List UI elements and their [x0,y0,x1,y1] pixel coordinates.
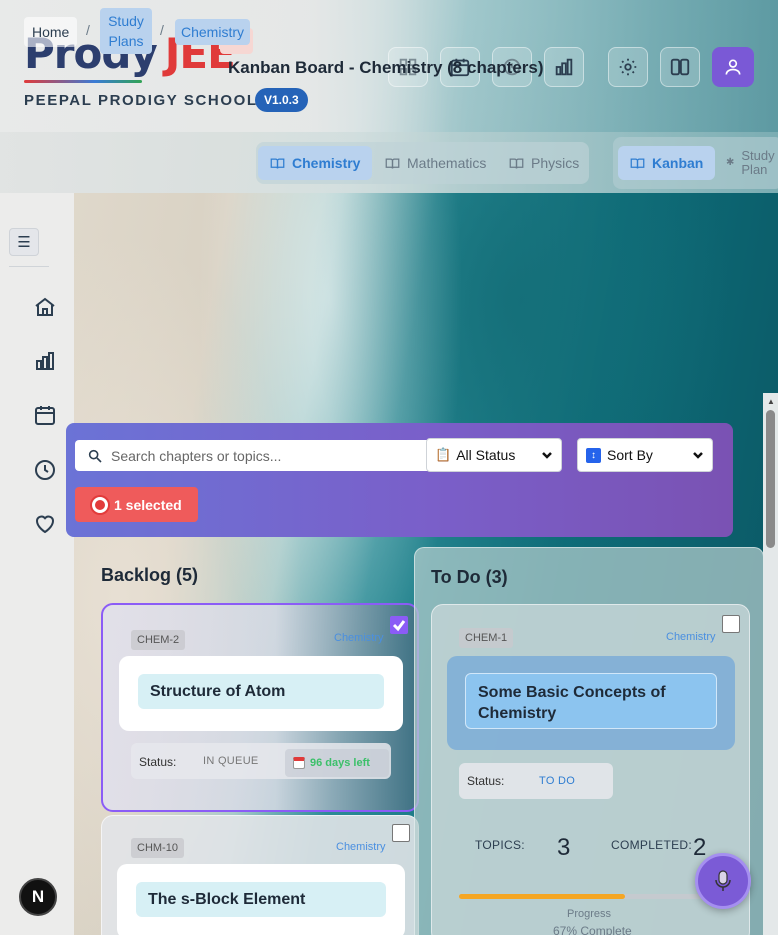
column-title-backlog: Backlog (5) [101,565,199,585]
breadcrumb-study-plans[interactable]: Study Plans [100,8,152,54]
user-icon [725,59,741,75]
sidebar-item-home[interactable] [33,295,57,319]
sparkle-icon: ✱ [726,157,735,168]
page-title: Kanban Board - Chemistry (8 chapters) [228,58,544,77]
card-checkbox[interactable] [392,824,410,842]
chapter-title: Structure of Atom [138,674,384,709]
card-checkbox[interactable] [722,615,740,633]
tab-kanban[interactable]: Kanban [618,146,716,180]
tab-label: Mathematics [407,155,487,171]
progress-fill [459,894,626,899]
voice-assistant-button[interactable] [695,853,751,909]
columns-icon [670,58,690,76]
book-icon [270,158,285,169]
calendar-icon [35,406,55,425]
sidebar-item-history[interactable] [33,458,57,482]
selected-count-label: 1 selected [114,496,182,513]
check-icon [392,620,406,632]
calendar-icon [293,757,305,769]
tab-study-plan[interactable]: ✱ Study Plan [718,146,778,180]
scrollbar-thumb[interactable] [766,410,775,548]
layout-toggle-button[interactable] [660,47,700,87]
topics-count: 3 [557,834,571,861]
status-filter-select[interactable]: 📋 All Status [426,438,562,472]
breadcrumb-separator: / [86,22,90,38]
school-name: PEEPAL PRODIGY SCHOOL [24,92,258,109]
days-left-badge: 96 days left [285,749,389,777]
breadcrumb-separator: / [160,22,164,38]
search-icon [88,449,102,463]
target-icon [92,496,108,513]
sidebar-item-favorites[interactable] [33,512,57,536]
sort-icon: ↕ [586,447,601,463]
chapter-code: CHEM-2 [131,630,186,650]
chevron-down-icon [541,448,553,460]
sidebar-item-analytics[interactable] [33,349,57,373]
status-label: Status: [467,774,505,788]
sidebar-toggle-button[interactable]: ☰ [9,228,39,256]
subject-label: Chemistry [666,631,716,643]
tab-mathematics[interactable]: Mathematics [373,146,498,180]
selected-count-button[interactable]: 1 selected [75,487,198,522]
completed-label: COMPLETED: [611,838,693,852]
column-title-todo: To Do (3) [431,567,508,587]
progress-label: Progress [567,908,612,920]
tab-label: Study Plan [741,148,775,177]
completed-count: 2 [693,834,707,861]
status-filter-value: All Status [456,447,516,463]
analytics-button[interactable] [544,47,584,87]
microphone-icon [715,870,731,891]
chapter-title: Some Basic Concepts of Chemistry [465,673,717,729]
chapter-code: CHEM-1 [459,628,514,648]
sidebar-item-calendar[interactable] [33,403,57,427]
search-field[interactable] [75,440,431,471]
divider [9,266,49,267]
breadcrumb-subject[interactable]: Chemistry [175,19,251,45]
book-icon [630,158,645,169]
version-badge: V1.0.3 [255,88,308,112]
days-left-text: 96 days left [310,757,370,769]
subject-label: Chemistry [334,632,384,644]
tab-label: Physics [531,155,580,171]
sort-select[interactable]: ↕ Sort By [577,438,713,472]
sort-value: Sort By [607,447,653,463]
book-icon [385,158,400,169]
tab-physics[interactable]: Physics [497,146,591,180]
progress-percent: 67% Complete [553,924,632,935]
chapter-code: CHM-10 [131,838,184,858]
user-menu-button[interactable] [712,47,754,87]
logo-underline [24,80,142,83]
status-value: TO DO [539,775,576,787]
progress-bar [459,894,707,899]
home-icon [35,297,55,316]
status-label: Status: [139,755,177,769]
clipboard-icon: 📋 [435,447,452,462]
scroll-up-arrow[interactable]: ▲ [767,397,775,406]
clock-icon [35,460,55,480]
bar-chart-icon [555,58,573,76]
card-checkbox[interactable] [390,616,408,634]
tab-label: Chemistry [292,155,361,171]
chapter-title: The s-Block Element [136,882,386,917]
status-value: IN QUEUE [203,755,259,767]
next-dev-badge[interactable]: N [19,878,57,916]
heart-icon [35,515,55,534]
search-input[interactable] [111,447,411,464]
topics-label: TOPICS: [475,838,525,852]
subject-label: Chemistry [336,841,386,853]
book-icon [509,158,524,169]
chevron-down-icon [692,448,704,460]
tab-chemistry[interactable]: Chemistry [258,146,373,180]
tab-label: Kanban [652,155,704,171]
gear-icon [619,58,637,76]
bar-chart-icon [36,352,54,370]
breadcrumb-home[interactable]: Home [24,17,78,47]
settings-button[interactable] [608,47,648,87]
